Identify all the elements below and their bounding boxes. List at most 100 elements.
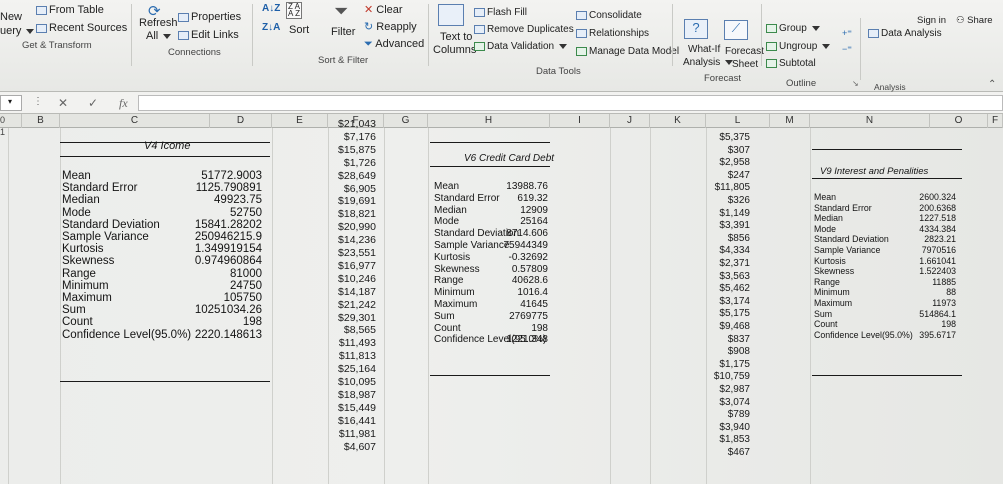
- cell-value[interactable]: $1,726: [330, 157, 376, 169]
- cell-value[interactable]: $6,905: [330, 183, 376, 195]
- column-header[interactable]: G: [384, 114, 428, 128]
- stat-label[interactable]: Sum: [814, 309, 832, 319]
- cell-value[interactable]: $19,691: [330, 195, 376, 207]
- stat-value[interactable]: 1.522403: [880, 266, 956, 276]
- stat-label[interactable]: Mode: [434, 216, 459, 227]
- stat-label[interactable]: Minimum: [62, 280, 109, 292]
- hide-detail-icon[interactable]: −⁼: [842, 44, 852, 55]
- cell-value[interactable]: $11,805: [706, 182, 750, 193]
- stat-label[interactable]: Skewness: [62, 255, 114, 267]
- cell-value[interactable]: $15,875: [330, 144, 376, 156]
- cell-value[interactable]: $25,164: [330, 363, 376, 375]
- manage-data-model-button[interactable]: Manage Data Model: [576, 46, 679, 57]
- cell-value[interactable]: $2,958: [706, 157, 750, 168]
- cell-value[interactable]: $7,176: [330, 131, 376, 143]
- stat-value[interactable]: 52750: [152, 207, 262, 219]
- new-query-dropdown[interactable]: uery: [0, 25, 35, 37]
- filter-button[interactable]: Filter: [331, 26, 355, 38]
- stat-value[interactable]: 88: [880, 287, 956, 297]
- stat-value[interactable]: 1221.348: [482, 334, 548, 345]
- stat-label[interactable]: Minimum: [814, 287, 850, 297]
- stat-label[interactable]: Range: [62, 268, 96, 280]
- stat-value[interactable]: 200.6368: [880, 203, 956, 213]
- formula-input[interactable]: [138, 95, 1003, 111]
- stat-label[interactable]: Skewness: [434, 264, 480, 275]
- column-header[interactable]: D: [210, 114, 272, 128]
- stat-label[interactable]: Kurtosis: [62, 243, 104, 255]
- stat-label[interactable]: Sum: [434, 311, 455, 322]
- ungroup-button[interactable]: Ungroup: [766, 41, 831, 52]
- cell-value[interactable]: $9,468: [706, 321, 750, 332]
- what-if-analysis-button[interactable]: What-If: [688, 44, 720, 55]
- stat-value[interactable]: 10251034.26: [152, 304, 262, 316]
- text-to-columns-button[interactable]: Text to: [440, 31, 472, 43]
- stat-label[interactable]: Range: [814, 277, 840, 287]
- cell-value[interactable]: $18,821: [330, 208, 376, 220]
- stat-label[interactable]: Sum: [62, 304, 86, 316]
- clear-filter-button[interactable]: ✕ Clear: [364, 3, 403, 16]
- text-to-columns-button-line2[interactable]: Columns: [433, 44, 476, 56]
- sort-button[interactable]: Sort: [289, 24, 309, 36]
- stat-value[interactable]: 51772.9003: [152, 170, 262, 182]
- stat-label[interactable]: Sample Variance: [814, 245, 880, 255]
- sign-in-link[interactable]: Sign in: [917, 15, 946, 26]
- cell-value[interactable]: $908: [706, 346, 750, 357]
- stat-value[interactable]: 13988.76: [482, 181, 548, 192]
- stat-label[interactable]: Mean: [62, 170, 91, 182]
- new-query-button[interactable]: New: [0, 11, 22, 23]
- worksheet-grid[interactable]: 0 1 V4 Icome Mean 51772.9003 Standard Erro…: [0, 115, 1003, 484]
- reapply-button[interactable]: ↻ Reapply: [364, 20, 417, 33]
- stat-label[interactable]: Maximum: [434, 299, 477, 310]
- stat-value[interactable]: 24750: [152, 280, 262, 292]
- refresh-all-dropdown[interactable]: All: [146, 30, 172, 42]
- collapse-ribbon-icon[interactable]: ⌃: [988, 79, 996, 90]
- stat-value[interactable]: 514864.1: [880, 309, 956, 319]
- column-header[interactable]: L: [706, 114, 770, 128]
- row-header[interactable]: 1: [0, 127, 8, 137]
- cell-value[interactable]: $2,987: [706, 384, 750, 395]
- cell-value[interactable]: $5,375: [706, 132, 750, 143]
- recent-sources-button[interactable]: Recent Sources: [36, 22, 127, 34]
- stat-value[interactable]: 105750: [152, 292, 262, 304]
- stat-label[interactable]: Mean: [434, 181, 459, 192]
- stat-label[interactable]: Count: [62, 316, 93, 328]
- data-validation-button[interactable]: Data Validation: [474, 41, 567, 52]
- stat-value[interactable]: -0.32692: [482, 252, 548, 263]
- stat-value[interactable]: 1.661041: [880, 256, 956, 266]
- stat-label[interactable]: Median: [62, 194, 100, 206]
- stat-value[interactable]: 11973: [880, 298, 956, 308]
- cell-value[interactable]: $2,371: [706, 258, 750, 269]
- cell-value[interactable]: $16,441: [330, 415, 376, 427]
- cell-value[interactable]: $14,187: [330, 286, 376, 298]
- refresh-all-button[interactable]: Refresh: [139, 17, 178, 29]
- stat-value[interactable]: 619.32: [482, 193, 548, 204]
- stat-label[interactable]: Standard Deviation: [814, 234, 889, 244]
- stat-value[interactable]: 81000: [152, 268, 262, 280]
- cell-value[interactable]: $837: [706, 334, 750, 345]
- name-box[interactable]: ▾: [0, 95, 22, 111]
- share-button[interactable]: ⚇ Share: [956, 15, 993, 26]
- sort-az-icon[interactable]: A↓Z: [262, 3, 280, 14]
- stat-label[interactable]: Standard Deviation: [62, 219, 160, 231]
- cell-value[interactable]: $5,175: [706, 308, 750, 319]
- dialog-launcher-icon[interactable]: ↘: [852, 79, 859, 88]
- stat-value[interactable]: 4334.384: [880, 224, 956, 234]
- subtotal-button[interactable]: Subtotal: [766, 58, 816, 69]
- relationships-button[interactable]: Relationships: [576, 28, 649, 39]
- from-table-button[interactable]: From Table: [36, 4, 104, 16]
- cell-value[interactable]: $1,149: [706, 208, 750, 219]
- cell-value[interactable]: $4,334: [706, 245, 750, 256]
- stat-value[interactable]: 0.57809: [482, 264, 548, 275]
- stat-value[interactable]: 25164: [482, 216, 548, 227]
- cell-value[interactable]: $11,981: [330, 428, 376, 440]
- cell-value[interactable]: $23,551: [330, 247, 376, 259]
- row-header[interactable]: 0: [0, 115, 8, 125]
- cell-value[interactable]: $5,462: [706, 283, 750, 294]
- stat-value[interactable]: 2769775: [482, 311, 548, 322]
- cell-value[interactable]: $4,607: [330, 441, 376, 453]
- show-detail-icon[interactable]: +⁼: [842, 28, 852, 39]
- stat-label[interactable]: Standard Error: [62, 182, 137, 194]
- stat-label[interactable]: Kurtosis: [814, 256, 846, 266]
- stat-value[interactable]: 8714.606: [482, 228, 548, 239]
- cell-value[interactable]: $3,391: [706, 220, 750, 231]
